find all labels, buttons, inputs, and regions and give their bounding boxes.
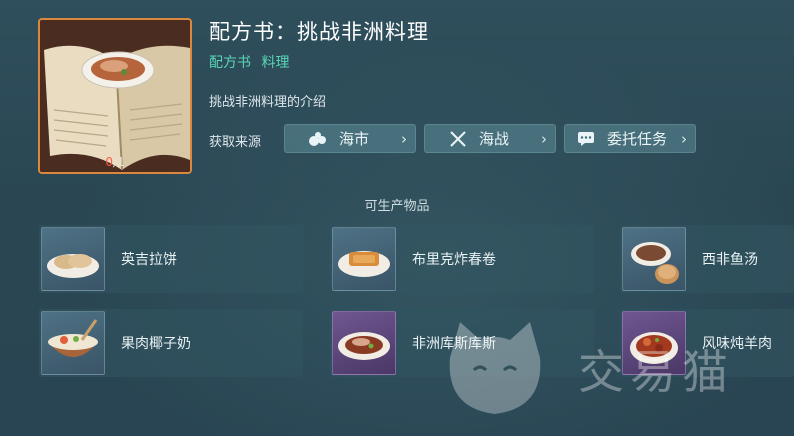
- recipe-title: 配方书：挑战非洲料理: [209, 20, 429, 44]
- product-image: [41, 311, 105, 375]
- source-label-market: 海市: [339, 130, 370, 148]
- source-label-commission: 委托任务: [607, 130, 668, 148]
- chevron-right-icon: ›: [681, 130, 687, 148]
- chevron-right-icon: ›: [541, 130, 547, 148]
- product-name: 果肉椰子奶: [121, 336, 191, 352]
- product-name: 英吉拉饼: [121, 252, 177, 268]
- product-image: [622, 227, 686, 291]
- open-book-illustration: [40, 20, 190, 172]
- product-name: 布里克炸春卷: [412, 252, 496, 268]
- product-item[interactable]: 布里克炸春卷: [330, 225, 594, 293]
- product-item[interactable]: 果肉椰子奶: [39, 309, 303, 377]
- market-icon: [307, 129, 329, 149]
- product-item[interactable]: 西非鱼汤: [620, 225, 794, 293]
- product-name: 西非鱼汤: [702, 252, 758, 268]
- recipe-description: 挑战非洲料理的介绍: [209, 95, 327, 110]
- product-item[interactable]: 英吉拉饼: [39, 225, 303, 293]
- crossed-swords-icon: [447, 129, 469, 149]
- source-button-market[interactable]: 海市 ›: [284, 124, 416, 153]
- product-image: [41, 227, 105, 291]
- product-image: [332, 227, 396, 291]
- source-label-naval-battle: 海战: [479, 130, 510, 148]
- tag-recipe-book: 配方书: [209, 55, 251, 71]
- source-label: 获取来源: [209, 135, 262, 150]
- total-number: /1: [112, 155, 125, 169]
- recipe-book-image[interactable]: 0/1: [38, 18, 192, 174]
- tag-cooking: 料理: [261, 55, 290, 71]
- watermark-text: 交易猫: [578, 345, 734, 399]
- recipe-tags: 配方书 料理: [209, 52, 295, 72]
- owned-number: 0: [105, 155, 113, 169]
- owned-count: 0/1: [40, 155, 190, 169]
- chat-bubble-icon: [575, 129, 597, 149]
- source-button-naval-battle[interactable]: 海战 ›: [424, 124, 556, 153]
- chevron-right-icon: ›: [401, 130, 407, 148]
- source-button-commission[interactable]: 委托任务 ›: [564, 124, 696, 153]
- products-section-title: 可生产物品: [364, 199, 430, 214]
- product-image: [332, 311, 396, 375]
